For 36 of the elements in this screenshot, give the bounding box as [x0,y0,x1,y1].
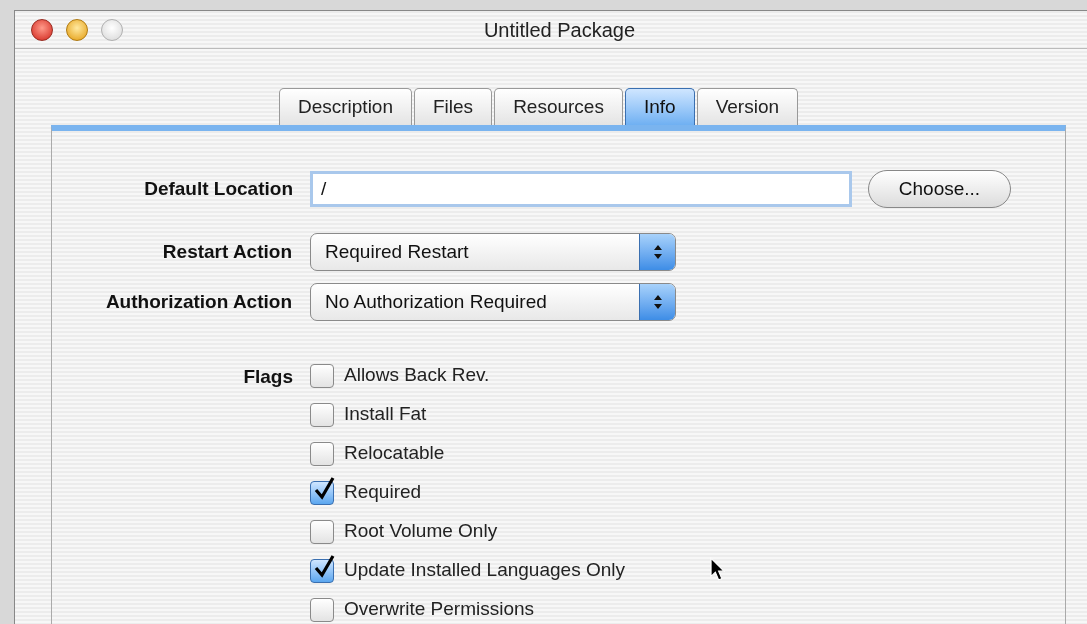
location-field[interactable]: / [310,171,852,207]
window-title: Untitled Package [483,17,636,43]
field-label: Default Location [143,176,294,201]
checkbox-label: Allows Back Rev. [344,363,490,388]
stepper-arrows-icon [639,284,675,320]
popup-menu[interactable]: No Authorization Required [310,283,676,321]
tab[interactable]: Resources [494,88,623,125]
field-label: Restart Action [161,239,293,264]
tab[interactable]: Files [414,88,493,125]
popup-value: Required Restart [324,239,470,264]
checkbox-label: Root Volume Only [344,519,498,544]
checkbox[interactable] [310,519,334,544]
choose-button[interactable]: Choose... [868,170,1011,208]
stepper-arrows-icon [639,234,675,270]
checkbox[interactable] [310,402,334,427]
checkbox[interactable] [310,558,334,583]
checkbox[interactable] [310,441,334,466]
field-label: Authorization Action [104,289,293,314]
tab[interactable]: Info [624,88,695,125]
flags-label: Flags [242,365,294,389]
tab[interactable]: Description [278,88,412,125]
checkbox[interactable] [310,363,334,388]
minimize-button[interactable] [66,19,88,41]
tab[interactable]: Version [696,88,799,125]
popup-value: No Authorization Required [324,289,548,314]
checkbox[interactable] [310,597,334,622]
checkbox-label: Required [344,480,422,505]
checkbox[interactable] [310,480,334,505]
checkbox-label: Install Fat [344,402,427,427]
close-button[interactable] [31,19,53,41]
popup-menu[interactable]: Required Restart [310,233,676,271]
checkbox-label: Update Installed Languages Only [344,558,625,583]
checkbox-label: Overwrite Permissions [344,597,535,622]
mouse-pointer-icon [710,557,725,581]
zoom-button[interactable] [101,19,123,41]
checkbox-label: Relocatable [344,441,445,466]
